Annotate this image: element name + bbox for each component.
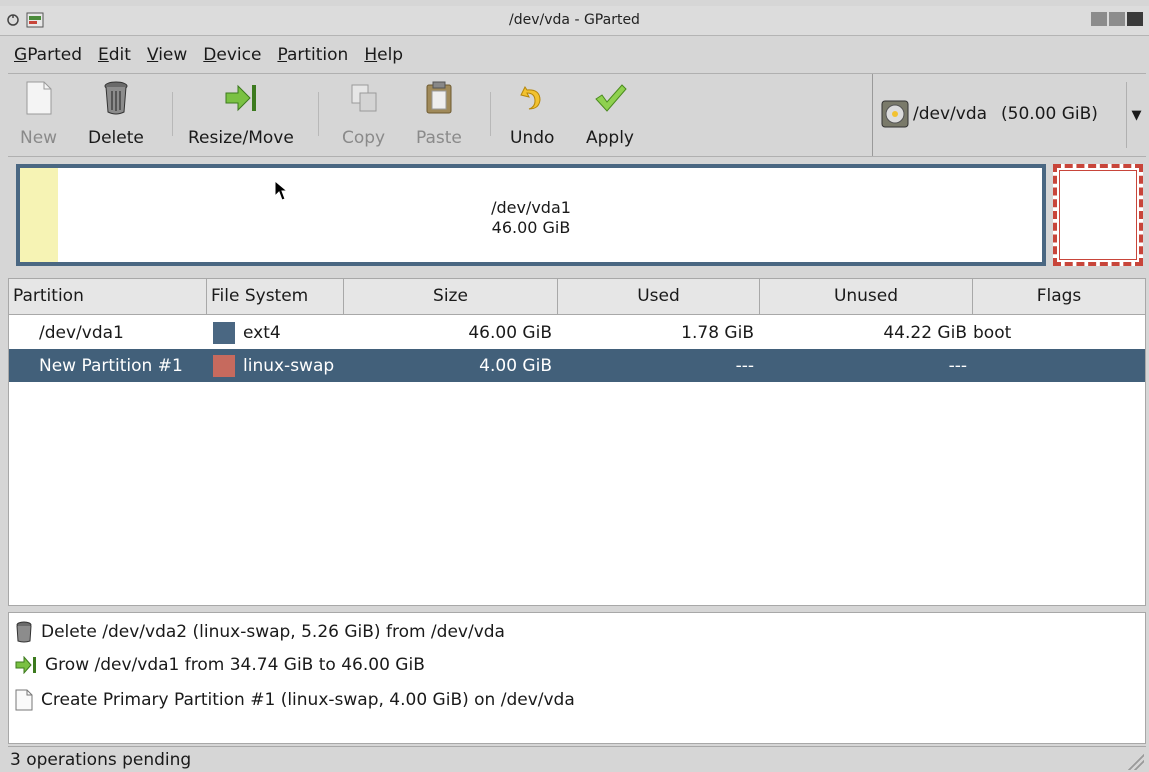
delete-button[interactable]: Delete: [88, 80, 144, 148]
chevron-down-icon[interactable]: ▼: [1126, 82, 1146, 148]
partition-block-name: /dev/vda1: [491, 198, 571, 217]
filesystem-color-swatch: [213, 354, 235, 377]
device-selector[interactable]: /dev/vda (50.00 GiB) ▼: [872, 74, 1146, 156]
cell-partition: New Partition #1: [39, 355, 183, 376]
toolbar-separator: [490, 92, 491, 136]
minimize-button[interactable]: [1091, 12, 1107, 26]
column-header-size[interactable]: Size: [344, 279, 558, 315]
cell-flags: [973, 349, 1145, 382]
column-header-unused[interactable]: Unused: [760, 279, 973, 315]
list-item[interactable]: Create Primary Partition #1 (linux-swap,…: [15, 689, 575, 711]
cell-unused: 44.22 GiB: [883, 322, 967, 343]
apply-label: Apply: [586, 128, 634, 148]
table-row[interactable]: /dev/vda1 ext4 46.00 GiB 1.78 GiB 44.22 …: [9, 316, 1145, 349]
pending-operations-list: Delete /dev/vda2 (linux-swap, 5.26 GiB) …: [8, 612, 1146, 744]
resize-arrow-icon: [225, 84, 256, 112]
toolbar: New Delete Resize/Move Copy Paste Undo A…: [8, 73, 1146, 157]
menu-bar: GParted Edit View Device Partition Help: [8, 40, 409, 70]
device-size: (50.00 GiB): [1001, 104, 1098, 124]
hard-disk-icon: [881, 100, 909, 128]
operation-text: Create Primary Partition #1 (linux-swap,…: [41, 690, 575, 710]
filesystem-color-swatch: [213, 321, 235, 344]
column-header-used[interactable]: Used: [558, 279, 760, 315]
partition-block-size: 46.00 GiB: [491, 218, 571, 237]
menu-gparted[interactable]: GParted: [8, 43, 88, 67]
apply-button[interactable]: Apply: [586, 80, 634, 148]
column-header-filesystem[interactable]: File System: [207, 279, 344, 315]
cell-unused: ---: [948, 355, 967, 376]
cell-size: 46.00 GiB: [468, 322, 552, 343]
cell-size: 4.00 GiB: [479, 355, 552, 376]
copy-button[interactable]: Copy: [342, 80, 385, 148]
partition-table: Partition File System Size Used Unused F…: [8, 278, 1146, 606]
operation-text: Delete /dev/vda2 (linux-swap, 5.26 GiB) …: [41, 622, 505, 642]
undo-label: Undo: [510, 128, 555, 148]
column-header-flags[interactable]: Flags: [973, 279, 1145, 315]
toolbar-separator: [172, 92, 173, 136]
window-title: /dev/vda - GParted: [509, 12, 640, 28]
resize-move-button[interactable]: Resize/Move: [188, 80, 294, 148]
resize-move-label: Resize/Move: [188, 128, 294, 148]
cell-used: 1.78 GiB: [681, 322, 754, 343]
menu-edit[interactable]: Edit: [92, 43, 137, 67]
resize-arrow-icon: [15, 656, 36, 674]
paste-icon: [426, 81, 452, 114]
menu-device[interactable]: Device: [197, 43, 267, 67]
cell-filesystem: linux-swap: [207, 349, 344, 382]
copy-label: Copy: [342, 128, 386, 148]
menu-help[interactable]: Help: [358, 43, 409, 67]
new-label: New: [20, 128, 58, 148]
disk-graphic: /dev/vda1 46.00 GiB: [8, 160, 1146, 272]
device-name: /dev/vda: [913, 104, 988, 124]
trash-icon: [104, 81, 128, 115]
status-bar: 3 operations pending: [8, 746, 1146, 772]
copy-icon: [351, 84, 377, 112]
resize-grip-icon[interactable]: [1126, 752, 1144, 770]
column-header-partition[interactable]: Partition: [9, 279, 207, 315]
partition-block-new[interactable]: [1053, 164, 1143, 266]
cell-partition: /dev/vda1: [39, 322, 124, 343]
paste-button[interactable]: Paste: [416, 80, 462, 148]
list-item[interactable]: Delete /dev/vda2 (linux-swap, 5.26 GiB) …: [15, 621, 505, 643]
delete-label: Delete: [88, 128, 144, 148]
cell-filesystem: ext4: [207, 316, 344, 349]
undo-button[interactable]: Undo: [510, 80, 554, 148]
close-button[interactable]: [1127, 12, 1143, 26]
list-item[interactable]: Grow /dev/vda1 from 34.74 GiB to 46.00 G…: [15, 655, 425, 675]
menu-partition[interactable]: Partition: [271, 43, 354, 67]
paste-label: Paste: [416, 128, 462, 148]
cell-flags: boot: [973, 322, 1012, 343]
partition-block-vda1[interactable]: /dev/vda1 46.00 GiB: [16, 164, 1046, 266]
menu-view[interactable]: View: [141, 43, 193, 67]
filesystem-label: linux-swap: [243, 355, 335, 376]
title-bar: /dev/vda - GParted: [0, 6, 1149, 36]
trash-icon: [16, 621, 32, 643]
new-document-icon: [26, 81, 52, 115]
maximize-button[interactable]: [1109, 12, 1125, 26]
operation-text: Grow /dev/vda1 from 34.74 GiB to 46.00 G…: [45, 655, 425, 675]
checkmark-icon: [595, 84, 627, 112]
new-button[interactable]: New: [20, 80, 57, 148]
new-document-icon: [15, 689, 33, 711]
mouse-cursor-icon: [274, 180, 289, 201]
toolbar-separator: [318, 92, 319, 136]
cell-used: ---: [735, 355, 754, 376]
undo-icon: [520, 86, 541, 110]
table-header: Partition File System Size Used Unused F…: [9, 279, 1145, 315]
table-row-selected[interactable]: New Partition #1 linux-swap 4.00 GiB ---…: [9, 349, 1145, 382]
status-text: 3 operations pending: [10, 750, 192, 770]
filesystem-label: ext4: [243, 322, 281, 343]
